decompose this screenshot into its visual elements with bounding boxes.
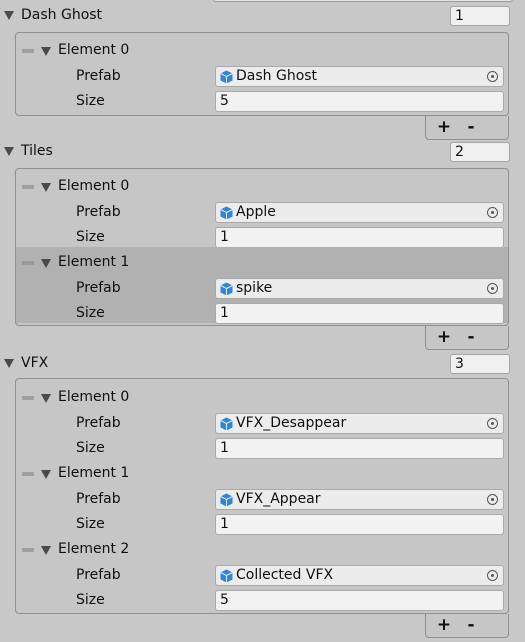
prefab-name: spike: [236, 280, 273, 296]
element-label: Element 1: [58, 465, 130, 481]
list-footer: + -: [425, 326, 509, 350]
list-section-dash-ghost: Dash Ghost 1: [0, 6, 525, 28]
prefab-cube-icon: [220, 569, 233, 583]
element-label: Element 1: [58, 254, 130, 270]
foldout-arrow-icon[interactable]: [4, 11, 14, 20]
section-label: Tiles: [21, 143, 53, 159]
drag-handle-icon[interactable]: [22, 472, 34, 476]
list-element: Element 0 Prefab Apple Size 1: [16, 171, 508, 248]
list-box-tiles: Element 0 Prefab Apple Size 1 Element 1 …: [15, 168, 509, 326]
list-section-tiles: Tiles 2: [0, 142, 525, 164]
object-picker-icon[interactable]: [487, 207, 498, 218]
foldout-arrow-icon[interactable]: [41, 47, 51, 56]
prefab-label: Prefab: [76, 280, 121, 296]
prefab-name: Collected VFX: [236, 567, 334, 583]
object-picker-icon[interactable]: [487, 71, 498, 82]
prefab-object-field[interactable]: Dash Ghost: [215, 66, 504, 87]
foldout-arrow-icon[interactable]: [41, 546, 51, 555]
foldout-arrow-icon[interactable]: [4, 359, 14, 368]
prefab-name: Dash Ghost: [236, 68, 318, 84]
size-label: Size: [76, 93, 105, 109]
section-label: Dash Ghost: [21, 7, 103, 23]
list-section-vfx: VFX 3: [0, 354, 525, 376]
list-size-field[interactable]: 2: [450, 142, 510, 162]
prefab-name: VFX_Desappear: [236, 415, 347, 431]
list-footer: + -: [425, 116, 509, 140]
prefab-object-field[interactable]: spike: [215, 278, 504, 299]
element-label: Element 0: [58, 42, 130, 58]
size-label: Size: [76, 305, 105, 321]
prefab-object-field[interactable]: VFX_Appear: [215, 489, 504, 510]
size-label: Size: [76, 592, 105, 608]
list-element: Element 0 Prefab Dash Ghost Size 5: [16, 35, 508, 112]
list-element: Element 2 Prefab Collected VFX Size 5: [16, 534, 508, 611]
list-element: Element 1 Prefab VFX_Appear Size 1: [16, 458, 508, 535]
add-element-button[interactable]: +: [431, 116, 457, 138]
foldout-arrow-icon[interactable]: [41, 259, 51, 268]
drag-handle-icon[interactable]: [22, 185, 34, 189]
remove-element-button[interactable]: -: [458, 116, 484, 138]
prefab-name: VFX_Appear: [236, 491, 321, 507]
size-input[interactable]: 1: [215, 227, 504, 248]
remove-element-button[interactable]: -: [458, 326, 484, 348]
section-label: VFX: [21, 355, 49, 371]
list-size-field[interactable]: 1: [450, 6, 510, 26]
inspector-panel: Dash Ghost 1 Element 0 Prefab Dash Ghost…: [0, 0, 525, 642]
list-size-field[interactable]: 3: [450, 354, 510, 374]
element-label: Element 0: [58, 389, 130, 405]
element-label: Element 2: [58, 541, 130, 557]
prefab-name: Apple: [236, 204, 276, 220]
prefab-label: Prefab: [76, 491, 121, 507]
foldout-arrow-icon[interactable]: [41, 183, 51, 192]
size-label: Size: [76, 229, 105, 245]
size-input[interactable]: 5: [215, 590, 504, 611]
section-header[interactable]: Tiles 2: [0, 142, 525, 164]
drag-handle-icon[interactable]: [22, 396, 34, 400]
section-header[interactable]: Dash Ghost 1: [0, 6, 525, 28]
prefab-cube-icon: [220, 417, 233, 431]
add-element-button[interactable]: +: [431, 326, 457, 348]
prefab-cube-icon: [220, 70, 233, 84]
list-element-selected: Element 1 Prefab spike Size 1: [16, 247, 508, 324]
section-header[interactable]: VFX 3: [0, 354, 525, 376]
object-picker-icon[interactable]: [487, 570, 498, 581]
list-box-dash-ghost: Element 0 Prefab Dash Ghost Size 5: [15, 32, 509, 116]
object-picker-icon[interactable]: [487, 494, 498, 505]
size-input[interactable]: 1: [215, 303, 504, 324]
foldout-arrow-icon[interactable]: [41, 394, 51, 403]
prefab-object-field[interactable]: VFX_Desappear: [215, 413, 504, 434]
drag-handle-icon[interactable]: [22, 548, 34, 552]
add-element-button[interactable]: +: [431, 614, 457, 636]
prefab-object-field[interactable]: Collected VFX: [215, 565, 504, 586]
remove-element-button[interactable]: -: [458, 614, 484, 636]
prefab-label: Prefab: [76, 415, 121, 431]
prefab-cube-icon: [220, 493, 233, 507]
clipped-field-above: [213, 0, 513, 2]
list-box-vfx: Element 0 Prefab VFX_Desappear Size 1 El…: [15, 378, 509, 614]
prefab-object-field[interactable]: Apple: [215, 202, 504, 223]
object-picker-icon[interactable]: [487, 283, 498, 294]
list-footer: + -: [425, 614, 509, 638]
foldout-arrow-icon[interactable]: [4, 147, 14, 156]
prefab-cube-icon: [220, 282, 233, 296]
size-label: Size: [76, 440, 105, 456]
size-input[interactable]: 5: [215, 91, 504, 112]
drag-handle-icon[interactable]: [22, 261, 34, 265]
list-element: Element 0 Prefab VFX_Desappear Size 1: [16, 382, 508, 459]
size-label: Size: [76, 516, 105, 532]
element-label: Element 0: [58, 178, 130, 194]
prefab-label: Prefab: [76, 68, 121, 84]
size-input[interactable]: 1: [215, 514, 504, 535]
object-picker-icon[interactable]: [487, 418, 498, 429]
foldout-arrow-icon[interactable]: [41, 470, 51, 479]
prefab-label: Prefab: [76, 567, 121, 583]
drag-handle-icon[interactable]: [22, 49, 34, 53]
prefab-cube-icon: [220, 206, 233, 220]
prefab-label: Prefab: [76, 204, 121, 220]
size-input[interactable]: 1: [215, 438, 504, 459]
